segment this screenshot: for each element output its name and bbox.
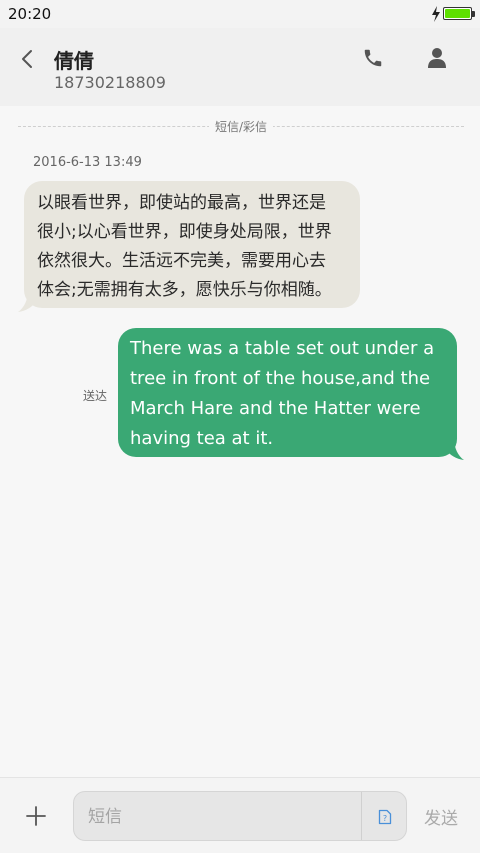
message-line: 依然很大。生活远不完美，需要用心去	[37, 251, 326, 271]
message-line: 体会;无需拥有太多，愿快乐与你相随。	[37, 280, 332, 300]
message-type-divider: 短信/彩信	[18, 116, 464, 136]
contact-number: 18730218809	[54, 73, 166, 92]
delivery-status: 送达	[83, 389, 108, 403]
svg-text:?: ?	[383, 814, 387, 823]
message-line: having tea at it.	[130, 428, 274, 449]
message-line: March Hare and the Hatter were	[130, 398, 421, 419]
sim-card-icon[interactable]: ?	[378, 809, 392, 825]
plus-icon[interactable]	[24, 804, 48, 828]
battery-fill	[445, 9, 470, 18]
message-type-label: 短信/彩信	[208, 120, 274, 134]
battery-icon	[443, 7, 472, 20]
message-line: 以眼看世界，即使站的最高，世界还是	[37, 193, 326, 213]
battery-cap	[472, 11, 475, 17]
person-icon[interactable]	[426, 46, 448, 70]
sms-input[interactable]	[86, 792, 360, 842]
phone-icon[interactable]	[362, 47, 384, 69]
input-separator	[361, 792, 362, 840]
back-icon[interactable]	[18, 48, 38, 70]
outgoing-message-bubble[interactable]: There was a table set out under a tree i…	[118, 328, 457, 457]
message-line: 很小;以心看世界，即使身处局限，世界	[37, 222, 332, 242]
status-time: 20:20	[8, 5, 52, 23]
incoming-message-bubble[interactable]: 以眼看世界，即使站的最高，世界还是 很小;以心看世界，即使身处局限，世界 依然很…	[24, 181, 360, 308]
message-line: tree in front of the house,and the	[130, 368, 431, 389]
sms-input-box: ?	[73, 791, 407, 842]
send-button[interactable]: 发送	[424, 804, 458, 829]
conversation-header: 倩倩 18730218809	[0, 28, 480, 106]
message-timestamp: 2016-6-13 13:49	[33, 155, 142, 170]
bolt-icon	[432, 6, 440, 22]
status-bar: 20:20	[0, 0, 480, 28]
contact-name: 倩倩	[54, 49, 94, 73]
composer-bar: ? 发送	[0, 777, 480, 853]
message-line: There was a table set out under a	[130, 338, 435, 359]
